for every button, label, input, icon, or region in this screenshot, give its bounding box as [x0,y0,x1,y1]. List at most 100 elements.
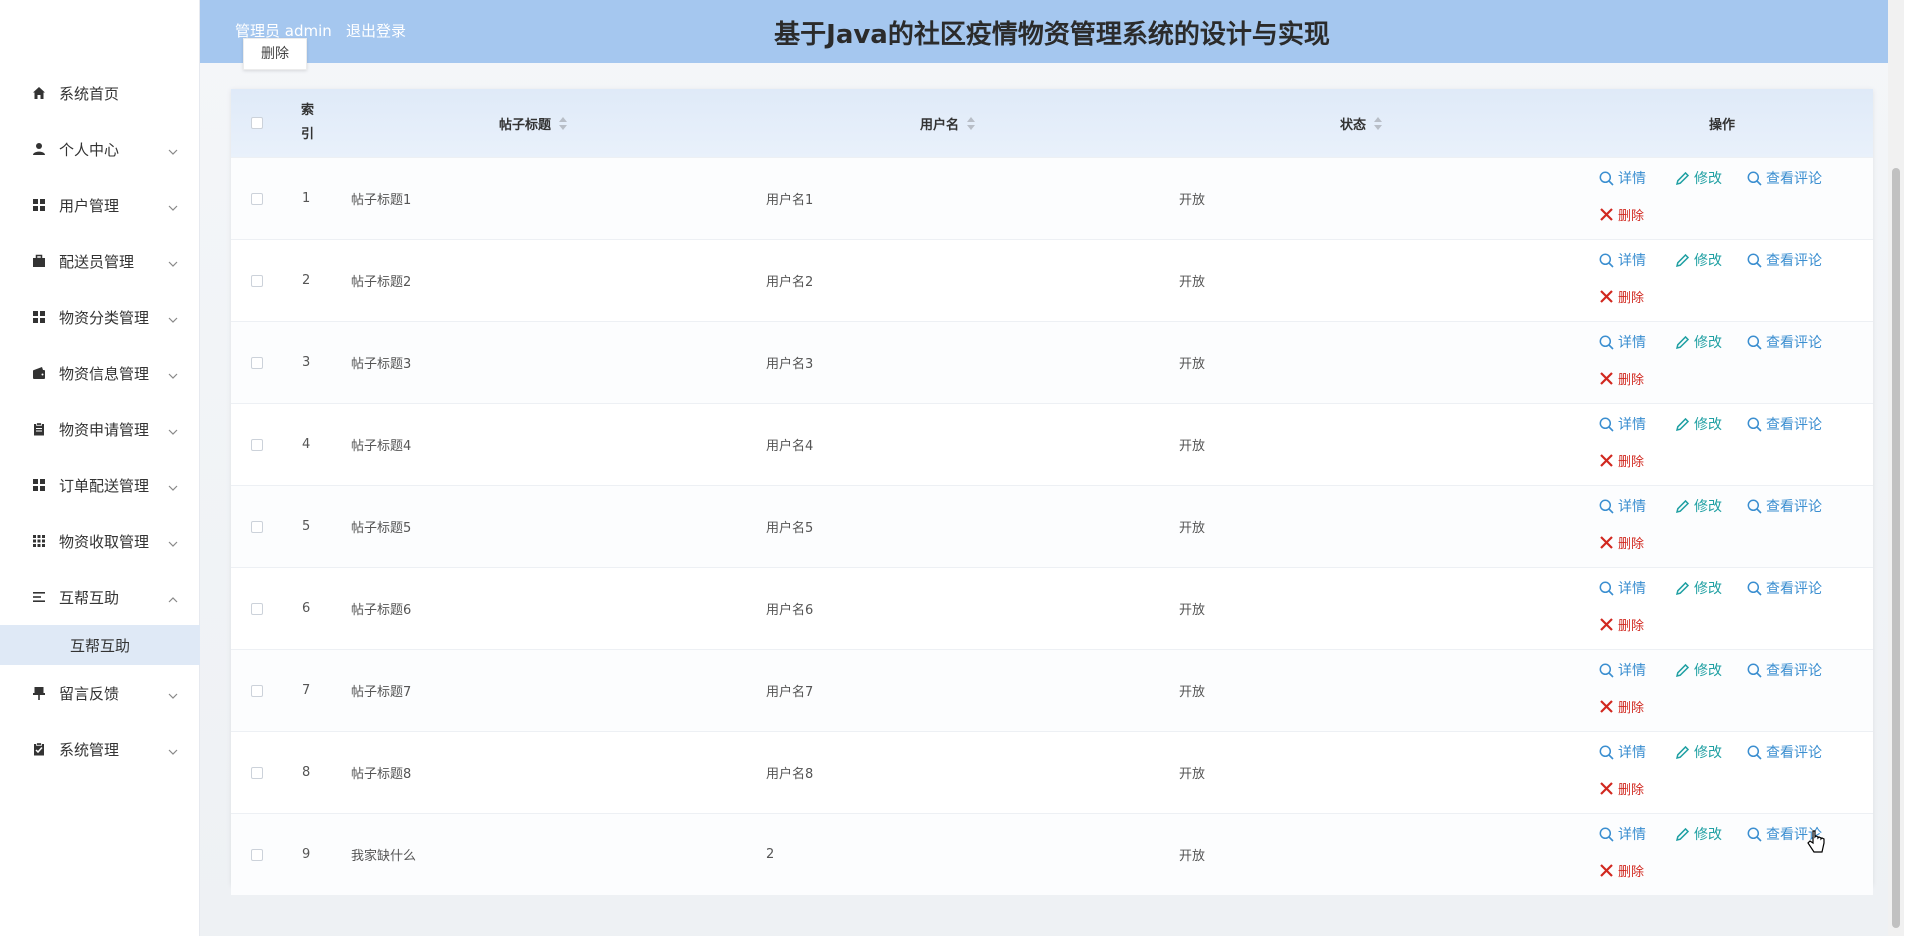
cell-status: 开放 [1179,193,1206,208]
delete-button[interactable]: 删除 [1599,287,1644,306]
cell-username: 用户名6 [766,603,814,618]
view-comments-button[interactable]: 查看评论 [1747,250,1822,270]
sidebar-item[interactable]: 互帮互助 [0,569,200,625]
cell-title: 帖子标题1 [351,193,412,208]
scrollbar-thumb[interactable] [1892,168,1900,928]
chevron-down-icon [168,199,178,211]
sidebar-item[interactable]: 物资收取管理 [0,513,200,569]
action-label: 删除 [1618,701,1645,716]
sidebar-item[interactable]: 物资分类管理 [0,289,200,345]
chevron-down-icon [168,311,178,323]
row-checkbox[interactable] [251,356,263,369]
search-icon [1747,171,1766,186]
sort-icon[interactable] [967,116,976,130]
sidebar-item-label: 物资收取管理 [59,532,150,551]
detail-button[interactable]: 详情 [1599,742,1646,762]
top-header: 管理员 admin 退出登录 基于Java的社区疫情物资管理系统的设计与实现 [200,0,1904,63]
detail-button[interactable]: 详情 [1599,496,1646,516]
search-icon [1599,581,1618,596]
view-comments-button[interactable]: 查看评论 [1747,332,1822,352]
detail-button[interactable]: 详情 [1599,824,1646,844]
row-checkbox[interactable] [251,274,263,287]
batch-delete-button[interactable]: 删除 [243,38,307,70]
edit-button[interactable]: 修改 [1675,414,1722,434]
sidebar-item[interactable]: 配送员管理 [0,233,200,289]
delete-button[interactable]: 删除 [1599,533,1644,552]
delete-button[interactable]: 删除 [1599,205,1644,224]
detail-button[interactable]: 详情 [1599,332,1646,352]
cell-username: 用户名5 [766,521,814,536]
row-actions: 详情 修改 查看评论删除 [1599,404,1859,485]
grid-icon [32,478,46,492]
delete-button[interactable]: 删除 [1599,615,1644,634]
row-checkbox[interactable] [251,684,263,697]
sidebar-item[interactable]: 系统管理 [0,721,200,777]
view-comments-button[interactable]: 查看评论 [1747,414,1822,434]
row-select-cell [251,404,263,485]
edit-button[interactable]: 修改 [1675,742,1722,762]
sidebar-item[interactable]: 留言反馈 [0,665,200,721]
cell-username: 用户名7 [766,685,814,700]
header-status[interactable]: 状态 [1340,89,1383,157]
view-comments-button[interactable]: 查看评论 [1747,578,1822,598]
sidebar-subitem-active[interactable]: 互帮互助 [0,625,200,665]
page-title: 基于Java的社区疫情物资管理系统的设计与实现 [774,20,1330,50]
sidebar-item[interactable]: 用户管理 [0,177,200,233]
select-all-checkbox[interactable] [251,117,263,129]
row-checkbox[interactable] [251,848,263,861]
sidebar-item-label: 互帮互助 [59,588,120,607]
chevron-down-icon [168,743,178,755]
row-checkbox[interactable] [251,602,263,615]
edit-button[interactable]: 修改 [1675,250,1722,270]
edit-button[interactable]: 修改 [1675,660,1722,680]
main-content: 管理员 admin 退出登录 基于Java的社区疫情物资管理系统的设计与实现 删… [200,0,1904,936]
search-icon [1747,745,1766,760]
detail-button[interactable]: 详情 [1599,168,1646,188]
cell-index: 9 [302,847,311,862]
table-row: 2 帖子标题2 用户名2 开放 详情 修改 查看评论 删除 [231,239,1873,321]
vertical-scrollbar[interactable] [1888,0,1904,936]
sidebar-item[interactable]: 物资信息管理 [0,345,200,401]
cell-status: 开放 [1179,357,1206,372]
row-checkbox[interactable] [251,192,263,205]
row-checkbox[interactable] [251,438,263,451]
detail-button[interactable]: 详情 [1599,414,1646,434]
table-body: 1 帖子标题1 用户名1 开放 详情 修改 查看评论 删除 2 帖子标题2 用户名2 开放 详情 修改 查看… [231,157,1873,895]
edit-button[interactable]: 修改 [1675,168,1722,188]
edit-button[interactable]: 修改 [1675,332,1722,352]
view-comments-button[interactable]: 查看评论 [1747,660,1822,680]
sort-icon[interactable] [559,116,568,130]
header-username[interactable]: 用户名 [920,89,976,157]
edit-button[interactable]: 修改 [1675,496,1722,516]
sidebar-item[interactable]: 系统首页 [0,65,200,121]
delete-button[interactable]: 删除 [1599,861,1644,880]
sidebar-item[interactable]: 个人中心 [0,121,200,177]
edit-button[interactable]: 修改 [1675,824,1722,844]
sidebar-item[interactable]: 物资申请管理 [0,401,200,457]
sidebar-item[interactable]: 订单配送管理 [0,457,200,513]
detail-button[interactable]: 详情 [1599,250,1646,270]
detail-button[interactable]: 详情 [1599,578,1646,598]
pencil-icon [1675,253,1694,268]
header-title[interactable]: 帖子标题 [499,89,568,157]
chevron-down-icon [168,423,178,435]
view-comments-button[interactable]: 查看评论 [1747,742,1822,762]
detail-button[interactable]: 详情 [1599,660,1646,680]
apps-icon [32,534,46,548]
edit-button[interactable]: 修改 [1675,578,1722,598]
sort-icon[interactable] [1374,116,1383,130]
sidebar-item-label: 个人中心 [59,140,120,159]
delete-button[interactable]: 删除 [1599,369,1644,388]
sidebar-item-label: 系统首页 [59,84,120,103]
view-comments-button[interactable]: 查看评论 [1747,168,1822,188]
pencil-icon [1675,335,1694,350]
action-label: 修改 [1694,417,1722,433]
delete-button[interactable]: 删除 [1599,451,1644,470]
view-comments-button[interactable]: 查看评论 [1747,496,1822,516]
delete-button[interactable]: 删除 [1599,779,1644,798]
sidebar-item-label: 物资信息管理 [59,364,150,383]
delete-button[interactable]: 删除 [1599,697,1644,716]
row-checkbox[interactable] [251,766,263,779]
search-icon [1599,253,1618,268]
row-checkbox[interactable] [251,520,263,533]
